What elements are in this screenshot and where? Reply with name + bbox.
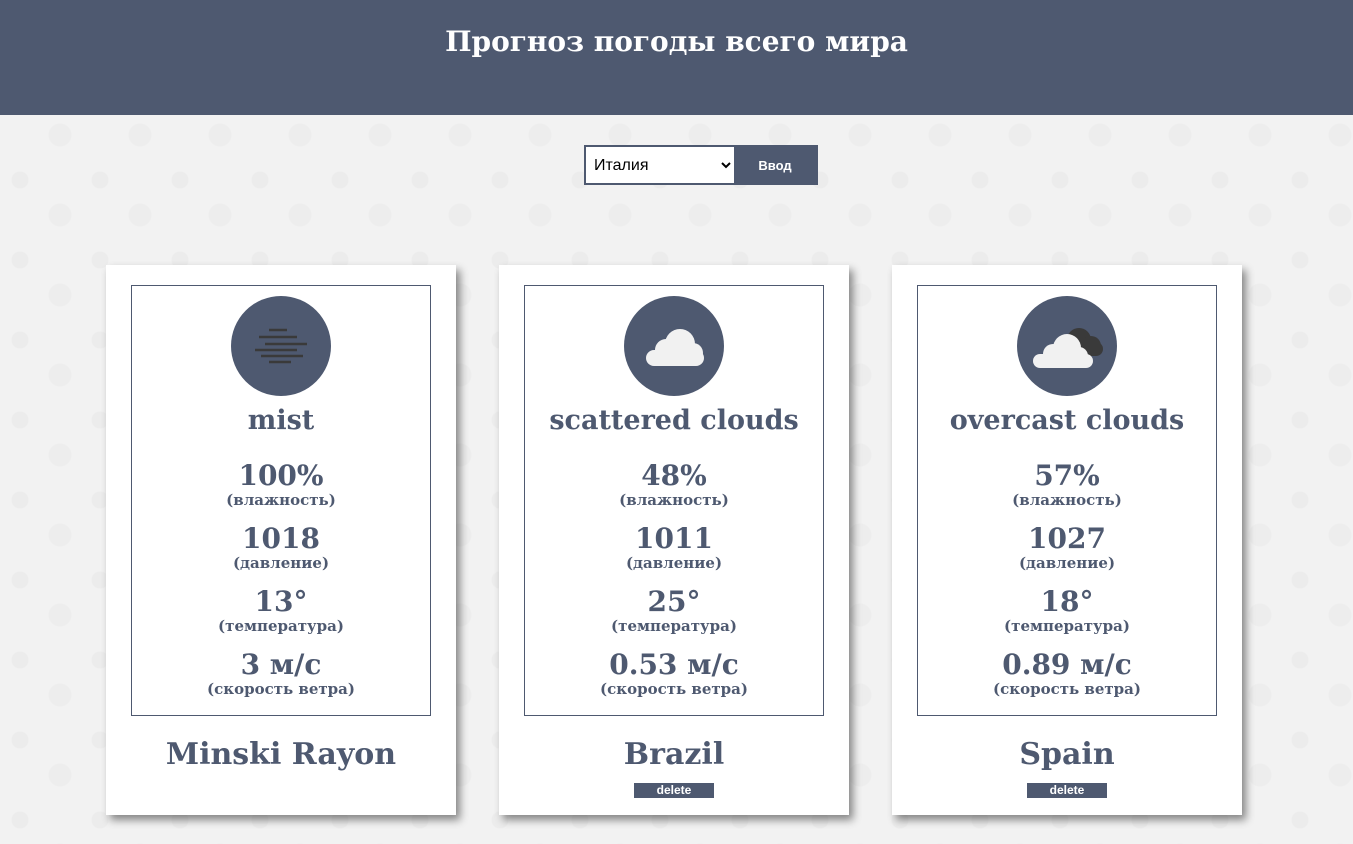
humidity-value: 100%	[238, 459, 324, 492]
weather-description: scattered clouds	[549, 405, 799, 436]
pressure-value: 1027	[1028, 522, 1106, 555]
humidity-label: (влажность)	[226, 491, 336, 509]
temperature-label: (температура)	[1004, 617, 1130, 635]
pressure-label: (давление)	[232, 554, 330, 572]
wind-label: (скорость ветра)	[207, 680, 355, 698]
wind-value: 3 м/с	[240, 648, 322, 681]
pressure-value: 1011	[635, 522, 713, 555]
page-title: Прогноз погоды всего мира	[445, 25, 908, 58]
weather-description: overcast clouds	[949, 405, 1185, 436]
scattered-clouds-icon	[624, 296, 724, 396]
weather-details: mist 100% (влажность) 1018 (давление) 13…	[131, 285, 431, 716]
mist-icon	[231, 296, 331, 396]
humidity-label: (влажность)	[1012, 491, 1122, 509]
humidity-label: (влажность)	[619, 491, 729, 509]
temperature-value: 13°	[254, 585, 308, 618]
weather-card: overcast clouds 57% (влажность) 1027 (да…	[892, 265, 1242, 815]
wind-value: 0.89 м/с	[1002, 648, 1132, 681]
country-select[interactable]: Италия	[586, 147, 734, 183]
delete-button[interactable]: delete	[634, 783, 714, 798]
humidity-value: 57%	[1034, 459, 1100, 492]
overcast-clouds-icon	[1017, 296, 1117, 396]
submit-button[interactable]: Ввод	[734, 147, 816, 183]
city-name: Brazil	[623, 737, 725, 772]
temperature-label: (температура)	[218, 617, 344, 635]
city-name: Minski Rayon	[165, 737, 397, 772]
delete-button[interactable]: delete	[1027, 783, 1107, 798]
weather-details: scattered clouds 48% (влажность) 1011 (д…	[524, 285, 824, 716]
page-header: Прогноз погоды всего мира	[0, 0, 1353, 115]
pressure-label: (давление)	[625, 554, 723, 572]
wind-label: (скорость ветра)	[993, 680, 1141, 698]
pressure-label: (давление)	[1018, 554, 1116, 572]
wind-label: (скорость ветра)	[600, 680, 748, 698]
city-name: Spain	[1019, 737, 1115, 772]
wind-value: 0.53 м/с	[609, 648, 739, 681]
weather-card: mist 100% (влажность) 1018 (давление) 13…	[106, 265, 456, 815]
temperature-value: 25°	[647, 585, 701, 618]
temperature-value: 18°	[1040, 585, 1094, 618]
pressure-value: 1018	[242, 522, 320, 555]
humidity-value: 48%	[641, 459, 707, 492]
temperature-label: (температура)	[611, 617, 737, 635]
weather-card: scattered clouds 48% (влажность) 1011 (д…	[499, 265, 849, 815]
weather-description: mist	[247, 405, 315, 436]
country-form: Италия Ввод	[584, 145, 818, 185]
weather-details: overcast clouds 57% (влажность) 1027 (да…	[917, 285, 1217, 716]
